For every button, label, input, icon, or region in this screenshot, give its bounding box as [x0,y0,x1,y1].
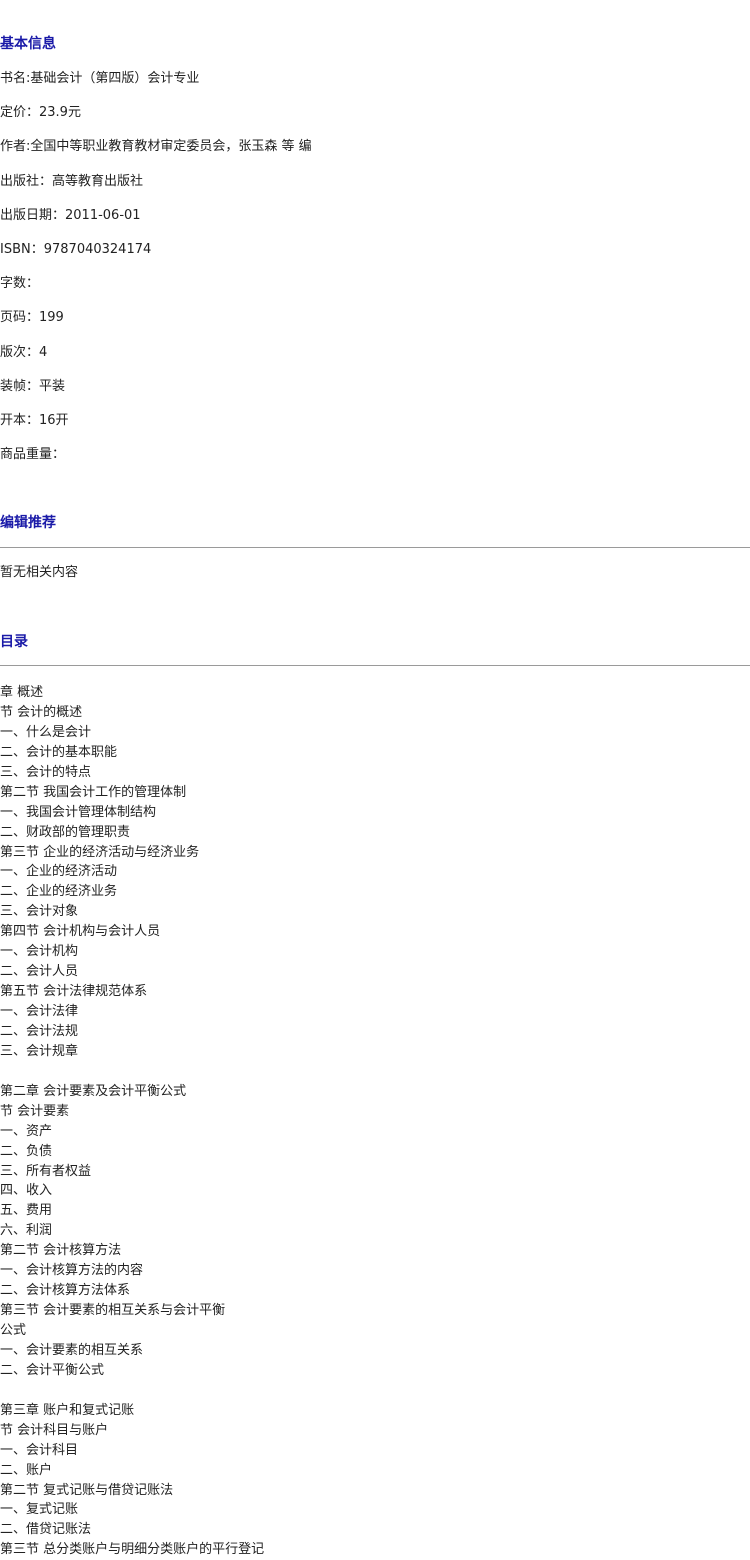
toc-item: 节 会计科目与账户 [0,1422,109,1438]
toc-item: 三、所有者权益 [0,1163,92,1179]
info-publisher: 出版社：高等教育出版社 [0,173,144,189]
toc-item: 二、财政部的管理职责 [0,824,131,840]
info-price: 定价：23.9元 [0,105,81,121]
toc-spacer [0,1062,264,1082]
info-page-count: 页码：199 [0,310,64,326]
toc-list: 章 概述节 会计的概述 一、什么是会计二、会计的基本职能 三、会计的特点第二节 我国… [0,683,264,1560]
toc-item: 四、收入 [0,1183,53,1199]
editor-recommendation-heading: 编辑推荐 [0,515,56,531]
toc-item: 六、利润 [0,1223,53,1239]
info-binding: 装帧：平装 [0,378,66,394]
basic-info-heading: 基本信息 [0,36,56,52]
toc-item: 第二节 我国会计工作的管理体制 [0,784,187,800]
toc-item: 一、会计机构 [0,944,79,960]
toc-item: 公式 [0,1323,27,1338]
info-word-count: 字数： [0,276,40,292]
toc-item: 第三节 总分类账户与明细分类账户的平行登记 [0,1542,265,1558]
toc-item: 一、资产 [0,1123,53,1139]
info-weight: 商品重量： [0,447,66,463]
info-publish-date: 出版日期：2011-06-01 [0,207,141,223]
toc-item: 二、会计法规 [0,1023,79,1039]
toc-divider [0,665,750,666]
toc-item: 节 会计要素 [0,1103,70,1119]
toc-item: 第三节 会计要素的相互关系与会计平衡 [0,1303,226,1319]
toc-item: 一、企业的经济活动 [0,864,118,880]
toc-item: 二、企业的经济业务 [0,884,118,900]
toc-item: 二、会计的基本职能 [0,744,118,760]
toc-heading: 目录 [0,634,28,650]
toc-item: 第三节 企业的经济活动与经济业务 [0,844,200,860]
toc-item: 第二节 复式记账与借贷记账法 [0,1482,174,1498]
toc-spacer [0,1381,264,1401]
toc-item: 一、会计核算方法的内容 [0,1263,144,1279]
toc-item: 一、什么是会计 [0,724,92,740]
toc-item: 一、会计要素的相互关系 [0,1342,144,1358]
toc-item: 二、会计人员 [0,964,79,980]
editor-recommendation-divider [0,547,750,548]
info-format: 开本：16开 [0,412,69,428]
toc-item: 第五节 会计法律规范体系 [0,984,148,1000]
editor-recommendation-content: 暂无相关内容 [0,565,79,580]
toc-item: 三、会计对象 [0,904,79,920]
toc-item: 二、借贷记账法 [0,1522,92,1538]
toc-item: 二、会计核算方法体系 [0,1283,131,1299]
toc-item: 二、账户 [0,1462,53,1478]
toc-item: 第二章 会计要素及会计平衡公式 [0,1083,187,1099]
toc-item: 二、会计平衡公式 [0,1362,105,1378]
toc-item: 章 概述 [0,685,44,700]
info-author: 作者:全国中等职业教育教材审定委员会，张玉森 等 编 [0,139,312,155]
toc-item: 节 会计的概述 [0,704,83,720]
toc-item: 第三章 账户和复式记账 [0,1402,135,1418]
toc-item: 三、会计的特点 [0,764,92,780]
basic-info-list: 书名:基础会计（第四版）会计专业 定价：23.9元 作者:全国中等职业教育教材审… [0,70,312,480]
toc-item: 一、会计法律 [0,1004,79,1019]
info-isbn: ISBN：9787040324174 [0,241,152,257]
toc-item: 一、复式记账 [0,1502,79,1518]
toc-item: 一、我国会计管理体制结构 [0,804,157,820]
toc-item: 第四节 会计机构与会计人员 [0,924,161,940]
toc-item: 五、费用 [0,1203,53,1219]
info-edition: 版次：4 [0,344,48,360]
toc-item: 二、负债 [0,1143,53,1159]
toc-item: 一、会计科目 [0,1442,79,1458]
toc-item: 三、会计规章 [0,1043,79,1059]
info-book-title: 书名:基础会计（第四版）会计专业 [0,71,200,86]
toc-item: 第二节 会计核算方法 [0,1243,122,1259]
